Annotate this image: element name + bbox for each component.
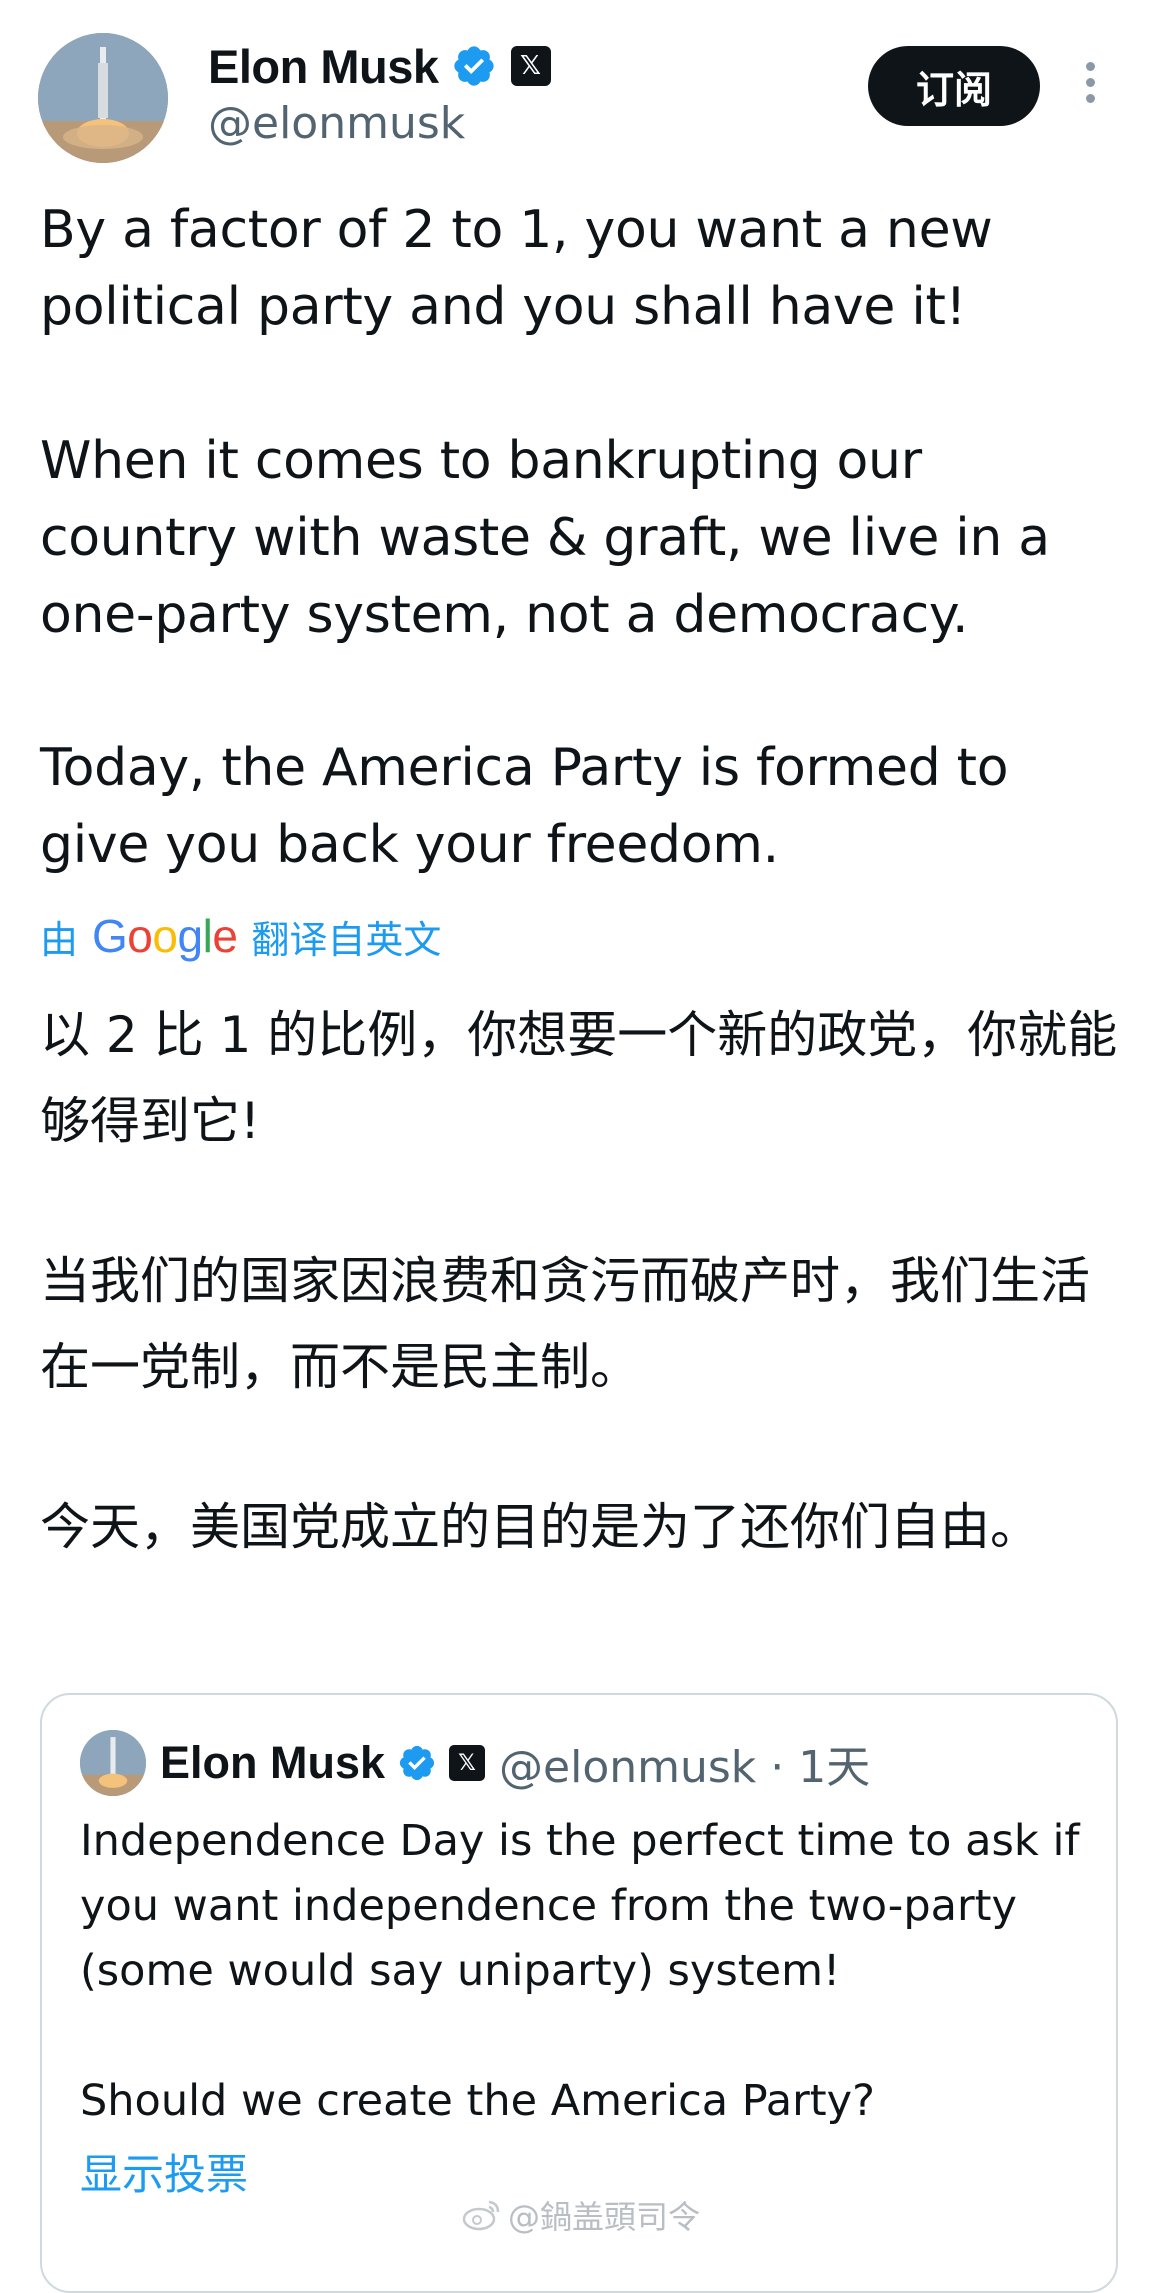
quoted-question: Should we create the America Party? xyxy=(80,2076,875,2126)
translate-suffix: 翻译自英文 xyxy=(251,917,442,962)
author-name[interactable]: Elon Musk xyxy=(208,39,439,94)
quoted-text: Independence Day is the perfect time to … xyxy=(80,1816,1080,1996)
rocket-launch-avatar xyxy=(38,33,168,163)
author-row: Elon Musk 𝕏 xyxy=(208,38,551,94)
subscribe-button[interactable]: 订阅 xyxy=(868,46,1040,126)
author-handle[interactable]: @elonmusk xyxy=(208,98,465,149)
weibo-logo-icon xyxy=(462,2200,500,2231)
watermark: @鍋盖頭司令 xyxy=(462,2192,700,2238)
x-affiliation-icon: 𝕏 xyxy=(449,1745,486,1781)
translated-paragraph-2: 当我们的国家因浪费和贪污而破产时，我们生活在一党制，而不是民主制。 xyxy=(40,1252,1090,1396)
translated-paragraph-1: 以 2 比 1 的比例，你想要一个新的政党，你就能够得到它! xyxy=(40,1006,1118,1150)
translated-paragraph-3: 今天，美国党成立的目的是为了还你们自由。 xyxy=(40,1498,1040,1556)
show-poll-link[interactable]: 显示投票 xyxy=(80,2141,248,2202)
tweet-paragraph-2: When it comes to bankrupting our country… xyxy=(40,431,1050,645)
quoted-handle-time: @elonmusk · 1天 xyxy=(499,1742,871,1793)
more-vertical-icon[interactable] xyxy=(1082,62,1098,110)
translate-attribution[interactable]: 由 Google 翻译自英文 xyxy=(40,906,441,966)
quoted-author-row: Elon Musk 𝕏 @elonmusk · 1天 xyxy=(160,1731,870,1795)
verified-badge-icon xyxy=(453,46,494,86)
translate-prefix: 由 xyxy=(40,917,79,962)
x-affiliation-icon: 𝕏 xyxy=(510,46,551,86)
tweet-paragraph-1: By a factor of 2 to 1, you want a new po… xyxy=(40,200,993,337)
quoted-avatar xyxy=(80,1730,146,1796)
watermark-text: @鍋盖頭司令 xyxy=(508,2198,701,2236)
tweet-paragraph-3: Today, the America Party is formed to gi… xyxy=(40,738,1009,875)
rocket-launch-avatar-small xyxy=(80,1730,146,1796)
verified-badge-icon xyxy=(399,1745,435,1781)
google-logo: Google xyxy=(92,910,238,962)
avatar[interactable] xyxy=(38,33,168,163)
quoted-author-name: Elon Musk xyxy=(160,1737,386,1788)
